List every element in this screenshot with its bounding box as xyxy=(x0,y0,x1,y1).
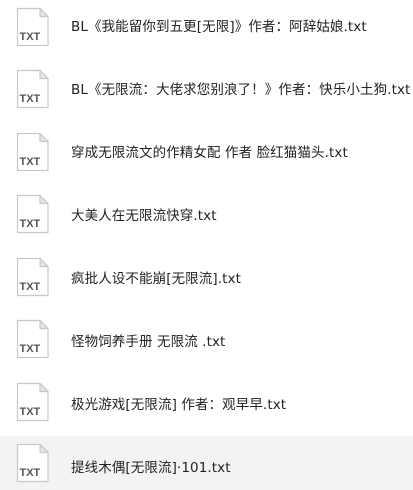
txt-file-icon: TXT xyxy=(16,443,49,483)
file-name: 大美人在无限流快穿.txt xyxy=(71,208,217,224)
file-item[interactable]: TXT 疯批人设不能崩[无限流].txt xyxy=(0,250,413,304)
txt-file-icon: TXT xyxy=(16,194,49,234)
file-name: 疯批人设不能崩[无限流].txt xyxy=(71,271,242,287)
txt-file-icon-label: TXT xyxy=(20,467,41,479)
txt-file-icon-label: TXT xyxy=(20,156,41,168)
file-item[interactable]: TXT 极光游戏[无限流] 作者：观早早.txt xyxy=(0,375,413,429)
txt-file-icon: TXT xyxy=(16,7,49,47)
file-item[interactable]: TXT 穿成无限流文的作精女配 作者 脸红猫猫头.txt xyxy=(0,125,413,179)
txt-file-icon: TXT xyxy=(16,319,49,359)
file-item[interactable]: TXT BL《我能留你到五更[无限]》作者：阿辞姑娘.txt xyxy=(0,0,413,54)
txt-file-icon: TXT xyxy=(16,257,49,297)
file-name: 穿成无限流文的作精女配 作者 脸红猫猫头.txt xyxy=(71,145,348,161)
txt-file-icon-label: TXT xyxy=(20,93,41,105)
txt-file-icon-label: TXT xyxy=(20,281,41,293)
file-name: 极光游戏[无限流] 作者：观早早.txt xyxy=(71,397,287,413)
txt-file-icon: TXT xyxy=(16,69,49,109)
txt-file-icon-label: TXT xyxy=(20,406,41,418)
txt-file-icon: TXT xyxy=(16,132,49,172)
file-item[interactable]: TXT 大美人在无限流快穿.txt xyxy=(0,187,413,241)
txt-file-icon: TXT xyxy=(16,382,49,422)
file-item-selected[interactable]: TXT 提线木偶[无限流]·101.txt xyxy=(0,436,413,490)
txt-file-icon-label: TXT xyxy=(20,343,41,355)
file-name: 怪物饲养手册 无限流 .txt xyxy=(71,334,226,350)
file-name: BL《无限流：大佬求您别浪了！》作者：快乐小土狗.txt xyxy=(71,82,411,98)
file-name: 提线木偶[无限流]·101.txt xyxy=(71,460,231,476)
file-item[interactable]: TXT 怪物饲养手册 无限流 .txt xyxy=(0,312,413,366)
txt-file-icon-label: TXT xyxy=(20,31,41,43)
txt-file-icon-label: TXT xyxy=(20,218,41,230)
file-name: BL《我能留你到五更[无限]》作者：阿辞姑娘.txt xyxy=(71,19,367,35)
file-item[interactable]: TXT BL《无限流：大佬求您别浪了！》作者：快乐小土狗.txt xyxy=(0,62,413,116)
